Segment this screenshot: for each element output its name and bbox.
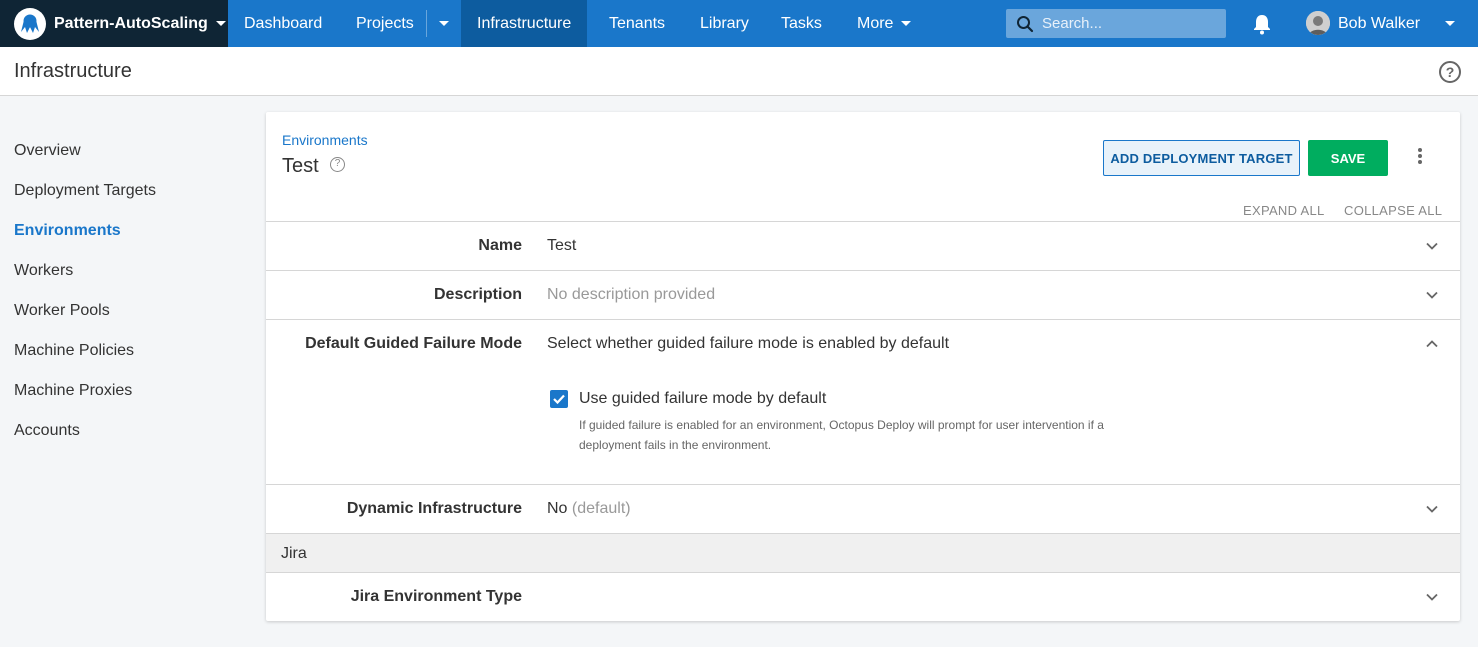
dynamic-infrastructure-row[interactable]: Dynamic Infrastructure No (default) [266,484,1460,533]
help-text-line: If guided failure is enabled for an envi… [579,418,1104,432]
environment-title: Test [282,155,319,177]
description-value: No description provided [547,286,716,303]
checkmark-icon [553,394,565,405]
sidebar-item-workers[interactable]: Workers [0,251,240,291]
help-text-line: deployment fails in the environment. [579,438,772,452]
top-navigation-bar: Pattern-AutoScaling Dashboard Projects I… [0,0,1478,47]
collapse-all-link[interactable]: COLLAPSE ALL [1344,203,1442,218]
nav-tenants[interactable]: Tenants [593,0,681,47]
octopus-logo-icon [14,7,46,40]
page-header: Infrastructure ? [0,47,1478,96]
notifications-bell-icon[interactable] [1252,13,1272,35]
user-menu-dropdown[interactable] [1442,0,1458,47]
name-row[interactable]: Name Test [266,221,1460,270]
jira-section-title: Jira [281,545,307,562]
jira-section-header: Jira [266,533,1460,572]
chevron-down-icon[interactable] [1426,591,1438,603]
nav-library[interactable]: Library [684,0,765,47]
dynamic-infrastructure-label: Dynamic Infrastructure [346,500,522,517]
save-button[interactable]: SAVE [1308,140,1388,176]
jira-environment-type-row[interactable]: Jira Environment Type [266,572,1460,621]
nav-dashboard[interactable]: Dashboard [228,0,338,47]
default-note: (default) [571,500,631,517]
search-icon [1017,15,1034,32]
sidebar-item-machine-proxies[interactable]: Machine Proxies [0,371,240,411]
chevron-down-icon [901,21,912,26]
guided-failure-summary: Select whether guided failure mode is en… [547,335,950,352]
nav-infrastructure[interactable]: Infrastructure [461,0,588,47]
guided-failure-row: Default Guided Failure Mode Select wheth… [266,319,1460,484]
breadcrumb-environments[interactable]: Environments [282,132,368,148]
sidebar-item-machine-policies[interactable]: Machine Policies [0,331,240,371]
sidebar-item-accounts[interactable]: Accounts [0,411,240,451]
dynamic-value: No [547,500,568,517]
nav-tasks[interactable]: Tasks [765,0,838,47]
chevron-down-icon[interactable] [1426,503,1438,515]
user-photo-icon [1306,11,1330,35]
jira-environment-type-label: Jira Environment Type [350,588,522,605]
description-label: Description [433,286,522,303]
name-value: Test [547,237,577,254]
description-row[interactable]: Description No description provided [266,270,1460,319]
space-switcher[interactable]: Pattern-AutoScaling [0,0,228,47]
help-icon[interactable]: ? [330,157,345,172]
user-name[interactable]: Bob Walker [1338,0,1420,47]
chevron-down-icon [215,21,226,26]
search-box[interactable] [1006,9,1226,38]
dynamic-infrastructure-value: No (default) [547,500,631,518]
chevron-down-icon [1445,21,1455,26]
sidebar-item-worker-pools[interactable]: Worker Pools [0,291,240,331]
nav-more[interactable]: More [841,0,927,47]
expand-all-link[interactable]: EXPAND ALL [1243,203,1325,218]
user-avatar[interactable] [1306,11,1330,35]
overflow-menu-icon[interactable] [1410,148,1430,168]
chevron-down-icon[interactable] [1426,240,1438,252]
chevron-down-icon[interactable] [1426,289,1438,301]
help-icon[interactable]: ? [1439,61,1461,83]
guided-failure-label: Default Guided Failure Mode [305,335,522,352]
sidebar-item-overview[interactable]: Overview [0,131,240,171]
environment-card: Environments Test ? ADD DEPLOYMENT TARGE… [266,112,1460,621]
guided-failure-checkbox-label[interactable]: Use guided failure mode by default [579,390,826,408]
space-name: Pattern-AutoScaling [54,14,208,32]
sidebar-item-environments[interactable]: Environments [0,211,240,251]
nav-projects[interactable]: Projects [340,0,430,47]
projects-dropdown-button[interactable] [427,0,461,47]
chevron-up-icon[interactable] [1426,338,1438,350]
page-title: Infrastructure [14,60,132,82]
guided-failure-checkbox[interactable] [550,390,568,408]
name-label: Name [478,237,522,254]
nav-more-label: More [857,15,894,32]
sidebar-item-deployment-targets[interactable]: Deployment Targets [0,171,240,211]
sidebar: Overview Deployment Targets Environments… [0,131,240,451]
add-deployment-target-button[interactable]: ADD DEPLOYMENT TARGET [1103,140,1300,176]
chevron-down-icon [439,21,449,26]
guided-failure-help-text: If guided failure is enabled for an envi… [579,415,1139,455]
search-input[interactable] [1042,15,1212,32]
